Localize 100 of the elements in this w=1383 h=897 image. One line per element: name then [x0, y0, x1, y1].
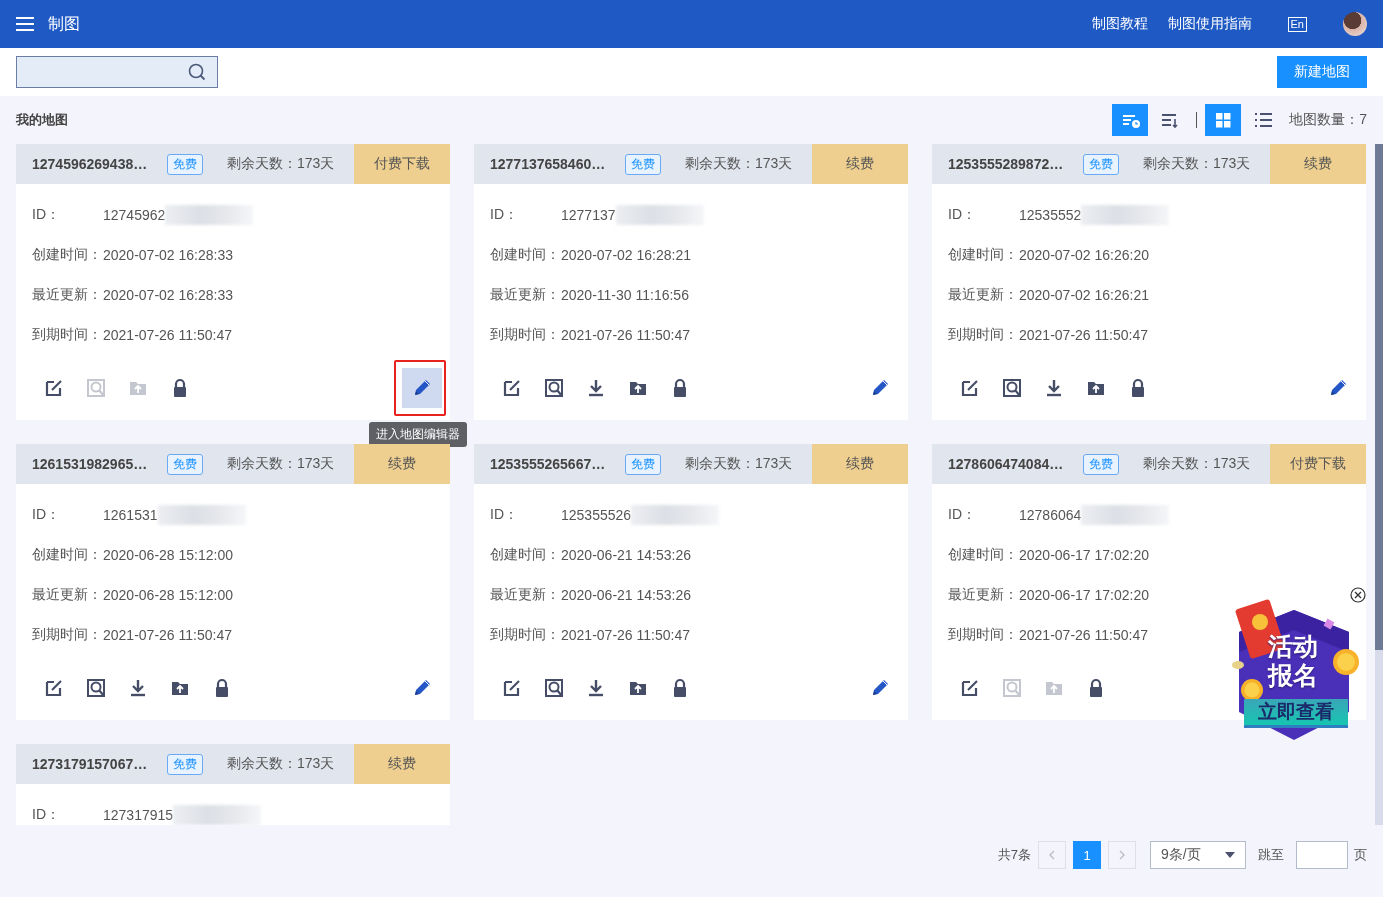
pencil-icon	[412, 678, 432, 698]
chevron-right-icon	[1118, 850, 1126, 860]
pencil-icon	[870, 678, 890, 698]
free-badge: 免费	[167, 753, 203, 775]
field-value: 12786064	[1019, 507, 1082, 523]
field-value: 2020-07-02 16:28:33	[103, 287, 233, 303]
field-label: ID：	[32, 806, 61, 824]
free-badge: 免费	[1083, 453, 1119, 475]
field-label: 到期时间：	[32, 326, 103, 344]
field-value: 12535552	[1019, 207, 1082, 223]
field-label: 最近更新：	[490, 586, 561, 604]
field-value: 12745962	[103, 207, 166, 223]
field-label: 最近更新：	[948, 586, 1019, 604]
edit-icon[interactable]	[502, 678, 522, 698]
field-value: 2020-11-30 11:16:56	[561, 287, 689, 303]
field-value: 2021-07-26 11:50:47	[1019, 627, 1148, 643]
renew-button[interactable]: 付费下载	[1270, 444, 1366, 484]
total-count: 共7条	[997, 846, 1031, 864]
language-toggle[interactable]: En	[1287, 16, 1307, 32]
caret-icon	[1225, 852, 1235, 858]
map-count: 地图数量：7	[1289, 111, 1367, 129]
download-icon[interactable]	[128, 678, 148, 698]
field-value: 2021-07-26 11:50:47	[1019, 327, 1148, 343]
field-label: 到期时间：	[490, 326, 561, 344]
close-icon[interactable]	[1350, 587, 1366, 603]
edit-icon[interactable]	[44, 378, 64, 398]
editor-button[interactable]	[402, 368, 442, 408]
field-value: 2021-07-26 11:50:47	[561, 327, 690, 343]
time-sort-view-button[interactable]	[1112, 104, 1149, 136]
field-value: 2020-06-17 17:02:20	[1019, 547, 1149, 563]
field-value: 2020-06-17 17:02:20	[1019, 587, 1149, 603]
pencil-icon	[870, 378, 890, 398]
chevron-left-icon	[1048, 850, 1056, 860]
field-label: ID：	[490, 506, 519, 524]
field-value: 2020-06-28 15:12:00	[103, 587, 233, 603]
search-icon[interactable]	[86, 678, 106, 698]
list-icon	[1253, 110, 1273, 130]
edit-icon[interactable]	[502, 378, 522, 398]
field-value: 125355526	[561, 507, 632, 523]
remaining-days: 剩余天数：173天	[227, 455, 335, 473]
field-value: 2021-07-26 11:50:47	[103, 327, 232, 343]
renew-button[interactable]: 续费	[812, 444, 908, 484]
page-input[interactable]	[1296, 841, 1348, 869]
new-map-button[interactable]: 新建地图	[1277, 56, 1367, 88]
edit-icon[interactable]	[44, 678, 64, 698]
download-icon[interactable]	[1044, 378, 1064, 398]
map-title: 1253555289872…	[948, 156, 1065, 172]
free-badge: 免费	[167, 453, 203, 475]
scrollbar-thumb[interactable]	[1375, 144, 1383, 650]
search-field[interactable]	[16, 56, 218, 88]
field-value: 2020-06-21 14:53:26	[561, 547, 691, 563]
renew-button[interactable]: 续费	[1270, 144, 1366, 184]
field-label: 到期时间：	[32, 626, 103, 644]
free-badge: 免费	[625, 153, 661, 175]
free-badge: 免费	[625, 453, 661, 475]
renew-button[interactable]: 续费	[354, 444, 450, 484]
field-value: 127317915	[103, 807, 174, 823]
search-icon[interactable]	[1002, 378, 1022, 398]
grid-icon	[1213, 110, 1233, 130]
header-link[interactable]: 制图教程	[1091, 15, 1148, 33]
pencil-icon	[1328, 378, 1348, 398]
page-size-select[interactable]: 9条/页	[1150, 841, 1246, 869]
edit-icon[interactable]	[960, 378, 980, 398]
download-icon[interactable]	[586, 378, 606, 398]
renew-button[interactable]: 付费下载	[354, 144, 450, 184]
field-label: 创建时间：	[490, 546, 561, 564]
remaining-days: 剩余天数：173天	[1143, 155, 1251, 173]
field-label: 创建时间：	[948, 546, 1019, 564]
free-badge: 免费	[167, 153, 203, 175]
map-title: 1273179157067…	[32, 756, 149, 772]
field-value: 2021-07-26 11:50:47	[561, 627, 690, 643]
field-label: 创建时间：	[948, 246, 1019, 264]
field-label: 创建时间：	[32, 246, 103, 264]
user-avatar[interactable]	[1343, 12, 1367, 36]
jump-label: 跳至	[1258, 846, 1284, 864]
renew-button[interactable]: 续费	[354, 744, 450, 784]
edit-icon[interactable]	[960, 678, 980, 698]
field-value: 2020-06-21 14:53:26	[561, 587, 691, 603]
search-icon[interactable]	[544, 378, 564, 398]
view-now-button[interactable]: 立即查看	[1244, 699, 1348, 728]
field-label: 最近更新：	[32, 586, 103, 604]
renew-button[interactable]: 续费	[812, 144, 908, 184]
menu-icon[interactable]	[16, 17, 34, 31]
pencil-icon	[412, 378, 432, 398]
field-label: 到期时间：	[948, 326, 1019, 344]
header-link[interactable]: 制图使用指南	[1167, 15, 1252, 33]
map-title: 1261531982965…	[32, 456, 149, 472]
search-icon[interactable]	[188, 63, 206, 81]
page-number[interactable]: 1	[1073, 841, 1101, 869]
field-label: 最近更新：	[948, 286, 1019, 304]
grid-view-button[interactable]	[1205, 104, 1242, 136]
search-icon[interactable]	[544, 678, 564, 698]
free-badge: 免费	[1083, 153, 1119, 175]
field-label: 创建时间：	[32, 546, 103, 564]
download-icon[interactable]	[586, 678, 606, 698]
field-label: ID：	[948, 506, 977, 524]
field-value: 2020-07-02 16:28:21	[561, 247, 691, 263]
field-value: 2020-06-28 15:12:00	[103, 547, 233, 563]
remaining-days: 剩余天数：173天	[1143, 455, 1251, 473]
field-label: 到期时间：	[948, 626, 1019, 644]
